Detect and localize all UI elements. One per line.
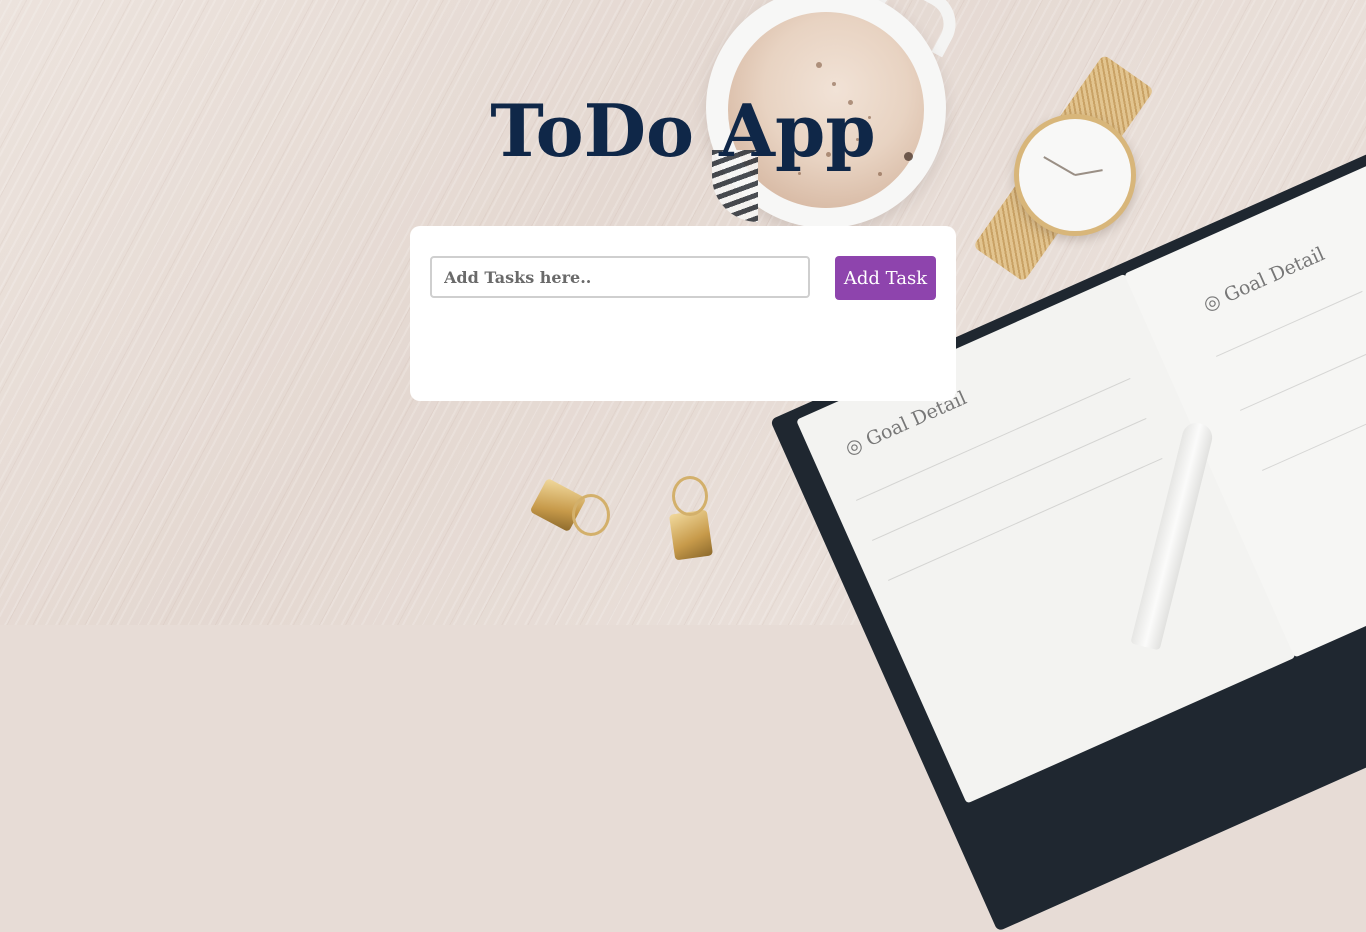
todo-card: Add Task	[410, 226, 956, 401]
task-input[interactable]	[430, 256, 810, 298]
task-list	[430, 316, 936, 386]
app-title: ToDo App	[490, 88, 876, 173]
binder-clip-right	[668, 509, 714, 561]
add-task-button[interactable]: Add Task	[835, 256, 936, 300]
